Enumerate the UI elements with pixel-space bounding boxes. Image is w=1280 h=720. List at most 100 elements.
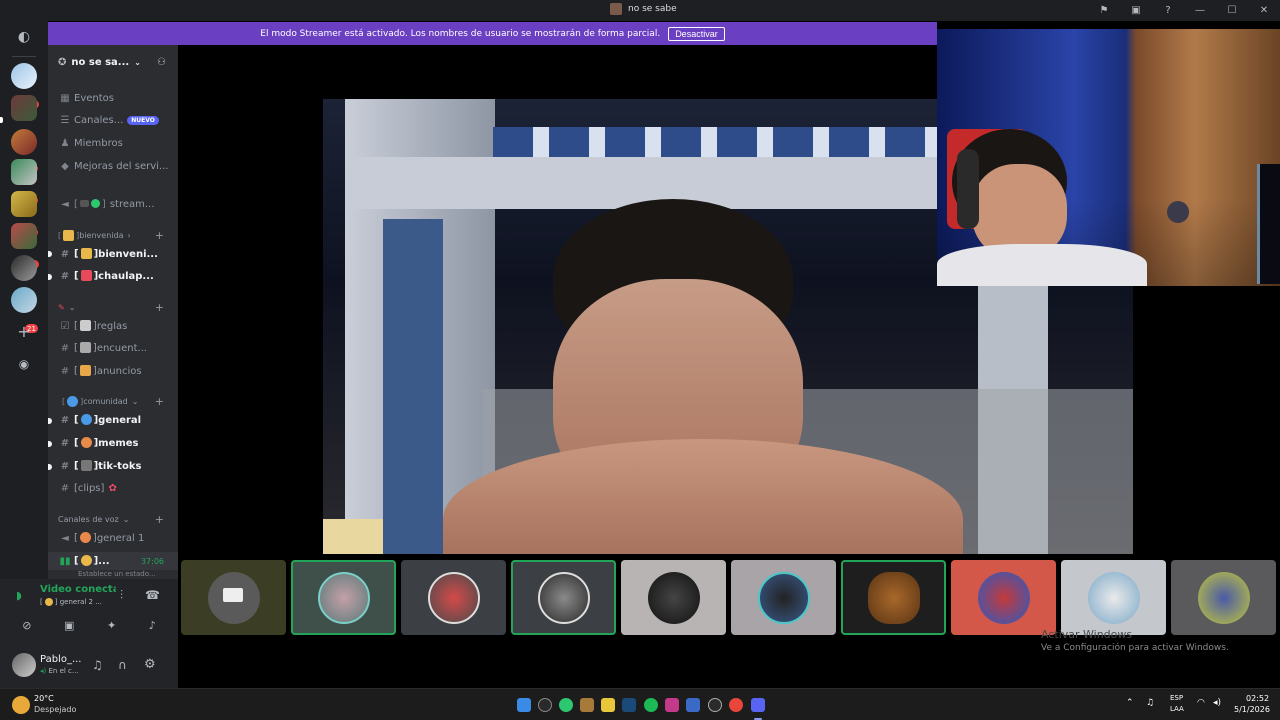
activate-windows-title: Activar Windows — [1041, 628, 1133, 641]
participant-tile[interactable] — [621, 560, 726, 635]
volume-icon[interactable]: ◂) — [1213, 698, 1221, 708]
channels-icon: ☰ — [60, 114, 70, 126]
activities-icon[interactable]: ✦ — [107, 619, 116, 632]
voice-channel-general1[interactable]: ◄[] general 1 — [48, 529, 178, 547]
server-header[interactable]: ✪ no se sa... ⌄ ⚇ — [48, 45, 178, 79]
self-video-preview[interactable] — [937, 29, 1280, 286]
server-item[interactable] — [11, 191, 37, 217]
server-item[interactable] — [11, 287, 37, 313]
channel-stream[interactable]: ◄[] stream... — [48, 195, 178, 213]
disable-streamer-button[interactable]: Desactivar — [668, 26, 725, 41]
channels-item[interactable]: ☰ Canales... NUEVO — [48, 111, 178, 129]
category-bienvenida[interactable]: [] bienvenida › + — [48, 228, 178, 242]
participant-tile[interactable] — [1061, 560, 1166, 635]
category-pinned[interactable]: ✎ ⌄ + — [48, 300, 178, 314]
clock-time[interactable]: 02:52 — [1246, 694, 1269, 703]
participant-tile[interactable] — [841, 560, 946, 635]
inbox-icon[interactable]: ⚑ — [1088, 0, 1120, 21]
signal-icon: ◗ — [16, 589, 22, 602]
help-icon[interactable]: ? — [1152, 0, 1184, 21]
boosts-item[interactable]: ◆ Mejoras del servi... — [48, 157, 178, 175]
voice-channel-name[interactable]: [] general 2 ... — [40, 598, 102, 606]
search-icon[interactable] — [538, 698, 552, 712]
add-server-icon[interactable]: + — [13, 321, 35, 343]
participant-tile[interactable] — [951, 560, 1056, 635]
close-button[interactable]: ✕ — [1248, 0, 1280, 21]
server-item[interactable] — [11, 129, 37, 155]
disconnect-icon[interactable]: ☎ — [145, 588, 160, 602]
whatsapp-icon[interactable] — [559, 698, 573, 712]
channel-tiktoks[interactable]: #[] tik-toks — [48, 457, 178, 475]
server-item[interactable] — [11, 63, 37, 89]
server-item[interactable] — [11, 223, 37, 249]
channel-encuent[interactable]: #[] encuent... — [48, 339, 178, 357]
wifi-icon[interactable]: ◠ — [1197, 698, 1205, 708]
channel-clips[interactable]: #[clips] ✿ — [48, 479, 178, 497]
rules-icon: ☑ — [60, 320, 70, 332]
server-item[interactable] — [11, 95, 37, 121]
discord-home-icon[interactable]: ◐ — [13, 29, 35, 45]
chrome-icon[interactable] — [729, 698, 743, 712]
minimize-button[interactable]: — — [1184, 0, 1216, 21]
channel-memes[interactable]: #[] memes — [48, 434, 178, 452]
screen-share-icon[interactable]: ▣ — [64, 619, 74, 632]
user-status: En el c... — [48, 667, 79, 675]
microphone-icon[interactable]: ♫ — [1146, 698, 1154, 708]
invite-icon[interactable]: ⚇ — [157, 57, 166, 68]
speaker-icon: ◂) — [40, 667, 47, 675]
username: Pablo_... — [40, 654, 82, 665]
server-item[interactable] — [11, 255, 37, 281]
add-channel-icon[interactable]: + — [155, 229, 164, 242]
screen-icon[interactable]: ▣ — [1120, 0, 1152, 21]
maximize-button[interactable]: ☐ — [1216, 0, 1248, 21]
language-secondary[interactable]: LAA — [1170, 705, 1184, 713]
chevron-up-icon[interactable]: ⌃ — [1126, 698, 1134, 708]
file-explorer-icon[interactable] — [601, 698, 615, 712]
discord-icon[interactable] — [751, 698, 765, 712]
category-voice[interactable]: Canales de voz ⌄ + — [48, 512, 178, 526]
channel-bienvenida[interactable]: #[] bienveni... — [48, 245, 178, 263]
add-channel-icon[interactable]: + — [155, 513, 164, 526]
microphone-icon[interactable]: ♫ — [92, 658, 103, 672]
avatar[interactable] — [12, 653, 36, 677]
members-item[interactable]: ♟ Miembros — [48, 134, 178, 152]
clock-date[interactable]: 5/1/2026 — [1234, 705, 1270, 714]
settings-gear-icon[interactable]: ⚙ — [144, 657, 156, 672]
channel-anuncios[interactable]: #[] anuncios — [48, 362, 178, 380]
headphones-icon[interactable]: ∩ — [118, 658, 127, 672]
boost-icon: ◆ — [61, 160, 69, 172]
participant-tile[interactable] — [291, 560, 396, 635]
voice-status-text[interactable]: Establece un estado... — [78, 570, 156, 578]
server-name: no se sa... — [71, 56, 130, 68]
category-comunidad[interactable]: [] comunidad ⌄ + — [48, 394, 178, 408]
explore-icon[interactable]: ◉ — [13, 353, 35, 375]
camera-off-icon[interactable]: ⊘ — [22, 619, 31, 632]
settings-icon[interactable] — [708, 698, 722, 712]
server-item[interactable] — [11, 159, 37, 185]
participant-tile[interactable] — [511, 560, 616, 635]
app-icon[interactable] — [580, 698, 594, 712]
instagram-icon[interactable] — [665, 698, 679, 712]
hash-icon: # — [60, 437, 70, 449]
channel-chaulap[interactable]: #[] chaulap... — [48, 267, 178, 285]
app-icon[interactable] — [686, 698, 700, 712]
noise-suppression-icon[interactable]: ⫶ — [120, 588, 123, 603]
steam-icon[interactable] — [622, 698, 636, 712]
add-channel-icon[interactable]: + — [155, 301, 164, 314]
participant-tile[interactable] — [731, 560, 836, 635]
participant-tile[interactable] — [401, 560, 506, 635]
chevron-down-icon: ⌄ — [134, 57, 141, 67]
weather-icon[interactable] — [12, 696, 30, 714]
participant-tile[interactable] — [1171, 560, 1276, 635]
temperature: 20°C — [34, 694, 54, 703]
spotify-icon[interactable] — [644, 698, 658, 712]
events-item[interactable]: ▦ Eventos — [48, 89, 178, 107]
language-primary[interactable]: ESP — [1170, 694, 1183, 702]
voice-channel-active[interactable]: ▮▮[]... 37:06 — [48, 552, 178, 570]
soundboard-icon[interactable]: ♪ — [149, 619, 156, 632]
participant-tile[interactable] — [181, 560, 286, 635]
channel-general[interactable]: #[] general — [48, 411, 178, 429]
add-channel-icon[interactable]: + — [155, 395, 164, 408]
start-icon[interactable] — [517, 698, 531, 712]
channel-reglas[interactable]: ☑[] reglas — [48, 317, 178, 335]
